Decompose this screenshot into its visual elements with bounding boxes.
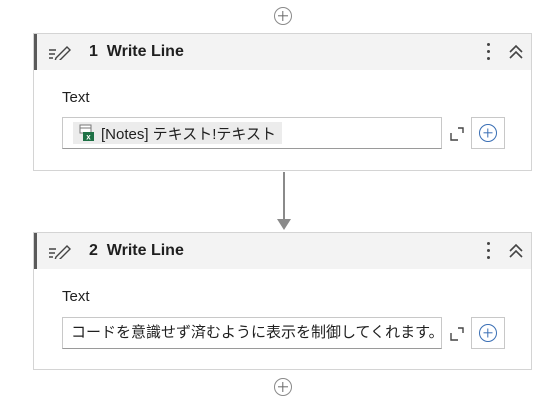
write-line-icon [49, 245, 71, 259]
text-input-field[interactable]: コードを意識せず済むように表示を制御してくれます。 [62, 317, 464, 349]
variable-chip[interactable]: x [Notes] テキスト!テキスト [73, 122, 282, 144]
connector-line [283, 172, 285, 222]
field-label-text: Text [62, 89, 90, 106]
excel-icon: x [79, 124, 94, 142]
more-vertical-icon[interactable] [483, 41, 495, 63]
variable-chip-label: [Notes] テキスト!テキスト [101, 125, 276, 143]
activity-header[interactable]: 2 Write Line [34, 233, 531, 269]
chevron-up-double-icon[interactable] [507, 242, 525, 260]
svg-text:x: x [86, 133, 91, 142]
text-input-value: コードを意識せず済むように表示を制御してくれます。 [71, 324, 443, 341]
write-line-icon [49, 46, 71, 60]
more-vertical-icon[interactable] [483, 240, 495, 262]
text-input-field[interactable]: x [Notes] テキスト!テキスト [62, 117, 464, 149]
activity-header[interactable]: 1 Write Line [34, 34, 531, 70]
add-circle-icon [479, 324, 497, 342]
field-label-text: Text [62, 288, 90, 305]
arrow-down-icon [277, 219, 291, 230]
expand-editor-icon[interactable] [449, 326, 465, 342]
activity-write-line-1[interactable]: 1 Write Line Text x [Notes] テキスト!テキスト [33, 33, 532, 171]
activity-title: 1 Write Line [89, 43, 184, 60]
add-field-value-button[interactable] [471, 117, 505, 149]
add-circle-icon [479, 124, 497, 142]
add-activity-bottom-button[interactable] [274, 378, 292, 396]
activity-write-line-2[interactable]: 2 Write Line Text コードを意識せず済むように表示を制御してくれ… [33, 232, 532, 370]
add-activity-top-button[interactable] [274, 7, 292, 25]
chevron-up-double-icon[interactable] [507, 43, 525, 61]
expand-editor-icon[interactable] [449, 126, 465, 142]
activity-title: 2 Write Line [89, 242, 184, 259]
add-field-value-button[interactable] [471, 317, 505, 349]
